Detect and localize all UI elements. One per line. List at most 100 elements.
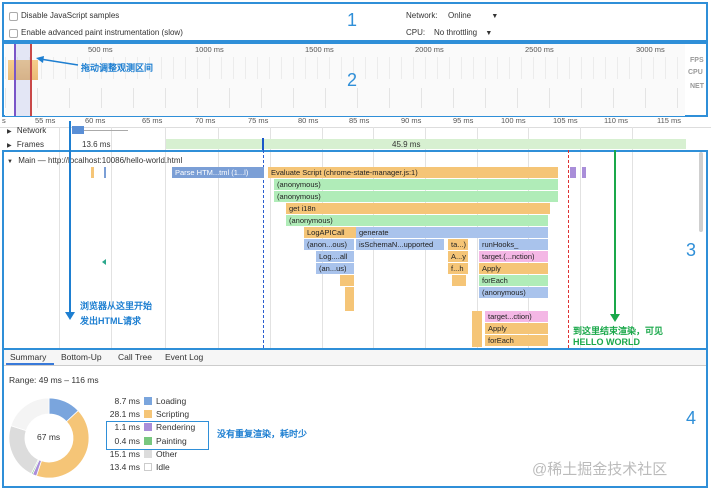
region-number-2: 2 [347,70,358,90]
network-request-bar[interactable] [72,126,84,134]
ruler-tick: 65 ms [142,116,163,125]
frames-track-toggle[interactable]: ▶ Frames [7,140,44,149]
vertical-scrollbar[interactable] [699,152,703,232]
flame-target-function[interactable]: target.(...nction) [479,251,548,262]
ruler-tick: 70 ms [195,116,216,125]
ruler-tick: 75 ms [248,116,269,125]
chevron-down-icon: ▼ [485,30,493,37]
flame-anonymous[interactable]: (anonymous) [479,287,548,298]
flame-ta[interactable]: ta...) [448,239,468,250]
frame-block[interactable] [166,139,686,149]
flame-small-block[interactable] [582,167,586,178]
net-strip [5,88,685,108]
legend-ms: 8.7 ms [114,396,140,406]
ruler-tick: 90 ms [401,116,422,125]
flame-small-block[interactable] [104,167,106,178]
main-track-toggle[interactable]: ▼ Main — http://localhost:10086/hello-wo… [7,156,182,165]
flame-small-block[interactable] [472,311,482,347]
tab-event-log[interactable]: Event Log [165,352,203,362]
region-number-1: 1 [347,10,358,30]
flame-apply[interactable]: Apply [485,323,548,334]
flame-small-block[interactable] [570,167,576,178]
triangle-right-icon: ▶ [7,143,12,149]
flame-anonymous[interactable]: (anonymous) [286,215,548,226]
legend-label: Idle [156,462,170,472]
flame-runhooks[interactable]: runHooks_ [479,239,548,250]
flame-logapicall[interactable]: LogAPICall [304,227,356,238]
rendering-highlight-box [106,421,209,450]
ruler-tick: 95 ms [453,116,474,125]
flame-an-us[interactable]: (an...us) [316,263,354,274]
legend-swatch [144,449,152,458]
overview-tick: 500 ms [88,45,113,54]
watermark: @稀土掘金技术社区 [532,461,668,478]
flame-anon-ous[interactable]: (anon...ous) [304,239,354,250]
flame-anonymous[interactable]: (anonymous) [274,179,558,190]
flame-foreach[interactable]: forEach [485,335,548,346]
flame-a-y[interactable]: A...y [448,251,468,262]
flame-evaluate-script[interactable]: Evaluate Script (chrome-state-manager.js… [268,167,558,178]
ruler-tick: 60 ms [85,116,106,125]
no-repaint-annotation: 没有重复渲染，耗时少 [217,429,308,439]
ruler-tick: 110 ms [604,116,629,125]
flame-f-h[interactable]: f...h [448,263,468,274]
network-select[interactable]: Online ▼ [448,11,498,20]
network-track-toggle[interactable]: ▶ Network [7,126,46,135]
ruler-tick: 80 ms [298,116,319,125]
flame-generate[interactable]: generate [356,227,548,238]
legend-ms: 15.1 ms [109,448,140,459]
network-value: Online [448,11,472,20]
ruler-tick: 85 ms [349,116,370,125]
flame-small-block[interactable] [340,275,354,286]
overview-tick: 1000 ms [195,45,224,54]
flame-parse-html[interactable]: Parse HTM...tml (1...l) [172,167,264,178]
arrow-left-icon [36,56,79,66]
tab-summary[interactable]: Summary [10,352,46,362]
ruler-tick: 105 ms [553,116,578,125]
cpu-select[interactable]: No throttling ▼ [434,28,492,37]
flame-isschema[interactable]: isSchemaN...upported [356,239,444,250]
legend-swatch [144,397,152,405]
cpu-value: No throttling [434,28,478,37]
main-track-label: Main — http://localhost:10086/hello-worl… [18,156,183,165]
request-annotation-line2: 发出HTML请求 [80,316,141,326]
request-arrow-line [69,121,71,315]
donut-slice [35,410,90,479]
end-annotation-line1: 到这里结束渲染，可见 [573,326,664,336]
flame-target-ction[interactable]: target...ction) [485,311,548,322]
tab-active-underline [6,363,54,365]
load-marker-line [568,150,569,348]
side-label-net: NET [690,83,704,90]
disable-js-checkbox[interactable] [9,12,18,21]
frames-track-label: Frames [16,140,44,149]
end-annotation-line2: HELLO WORLD [573,337,640,347]
cursor-marker [102,259,106,265]
legend-ms: 13.4 ms [109,462,140,472]
overview-tick: 2000 ms [415,45,444,54]
selection-window[interactable] [14,44,32,116]
flame-small-block[interactable] [452,275,466,286]
region-number-3: 3 [686,240,697,260]
arrow-down-icon [610,314,620,322]
overview-tick: 3000 ms [636,45,665,54]
flame-apply[interactable]: Apply [479,263,548,274]
end-arrow-line [614,150,616,316]
flame-get-i18n[interactable]: get i18n [286,203,550,214]
side-label-cpu: CPU [688,69,703,76]
advanced-paint-checkbox[interactable] [9,29,18,38]
flame-small-block[interactable] [91,167,94,178]
flame-foreach[interactable]: forEach [479,275,548,286]
tab-call-tree[interactable]: Call Tree [118,352,152,362]
flame-anonymous[interactable]: (anonymous) [274,191,558,202]
arrow-down-icon [65,312,75,320]
side-label-fps: FPS [690,57,704,64]
flame-log-all[interactable]: Log....all [316,251,354,262]
frame-duration: 45.9 ms [392,140,421,149]
network-track-label: Network [16,126,47,135]
flame-small-block[interactable] [345,287,354,311]
tab-bottom-up[interactable]: Bottom-Up [61,352,102,362]
legend-label: Scripting [156,409,190,420]
overview-tick: 1500 ms [305,45,334,54]
cpu-label: CPU: [406,28,426,37]
triangle-right-icon: ▶ [7,129,12,135]
